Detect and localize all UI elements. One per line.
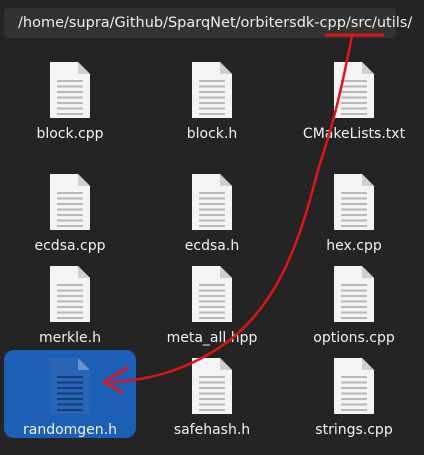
file-name: options.cpp bbox=[313, 330, 395, 346]
file-name: meta_all.hpp bbox=[166, 330, 258, 346]
text-document-icon bbox=[192, 358, 232, 414]
file-item[interactable]: safehash.h bbox=[146, 350, 278, 438]
text-document-icon bbox=[50, 358, 90, 414]
file-item[interactable]: ecdsa.cpp bbox=[4, 166, 136, 254]
file-item[interactable]: block.h bbox=[146, 54, 278, 142]
file-grid: block.cpp block.h CMakeLists.txt ecdsa.c… bbox=[0, 52, 424, 455]
text-document-icon bbox=[50, 174, 90, 230]
file-name: safehash.h bbox=[173, 422, 251, 438]
file-item[interactable]: randomgen.h bbox=[4, 350, 136, 438]
file-name: randomgen.h bbox=[23, 422, 117, 438]
file-name: block.cpp bbox=[36, 126, 104, 142]
text-document-icon bbox=[50, 62, 90, 118]
text-document-icon bbox=[50, 266, 90, 322]
text-document-icon bbox=[334, 266, 374, 322]
file-item[interactable]: block.cpp bbox=[4, 54, 136, 142]
file-item[interactable]: ecdsa.h bbox=[146, 166, 278, 254]
text-document-icon bbox=[192, 266, 232, 322]
file-name: strings.cpp bbox=[315, 422, 393, 438]
text-document-icon bbox=[192, 174, 232, 230]
file-item[interactable]: CMakeLists.txt bbox=[288, 54, 420, 142]
file-name: ecdsa.h bbox=[184, 238, 240, 254]
file-item[interactable]: strings.cpp bbox=[288, 350, 420, 438]
text-document-icon bbox=[334, 358, 374, 414]
file-item[interactable]: meta_all.hpp bbox=[146, 258, 278, 346]
file-item[interactable]: merkle.h bbox=[4, 258, 136, 346]
file-name: hex.cpp bbox=[326, 238, 382, 254]
file-item[interactable]: options.cpp bbox=[288, 258, 420, 346]
file-name: block.h bbox=[186, 126, 238, 142]
file-item[interactable]: hex.cpp bbox=[288, 166, 420, 254]
file-name: merkle.h bbox=[39, 330, 101, 346]
text-document-icon bbox=[192, 62, 232, 118]
current-path: /home/supra/Github/SparqNet/orbitersdk-c… bbox=[18, 15, 413, 31]
file-name: ecdsa.cpp bbox=[34, 238, 106, 254]
file-name: CMakeLists.txt bbox=[302, 126, 406, 142]
text-document-icon bbox=[334, 62, 374, 118]
location-bar[interactable]: /home/supra/Github/SparqNet/orbitersdk-c… bbox=[4, 8, 412, 38]
text-document-icon bbox=[334, 174, 374, 230]
